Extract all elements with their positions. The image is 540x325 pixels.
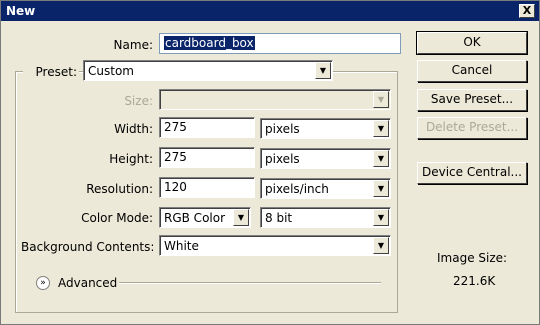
expand-advanced-icon[interactable]: » <box>36 276 50 290</box>
background-contents-select[interactable]: White ▼ <box>159 235 391 256</box>
width-label: Width: <box>114 122 153 136</box>
chevron-down-icon: ▼ <box>373 180 389 197</box>
delete-preset-button[interactable]: Delete Preset... <box>417 117 527 139</box>
resolution-input-value: 120 <box>164 180 187 194</box>
preset-select[interactable]: Custom ▼ <box>83 60 333 81</box>
ok-button[interactable]: OK <box>416 31 528 55</box>
chevron-down-icon: ▼ <box>315 62 331 79</box>
background-contents-value: White <box>164 239 199 253</box>
name-label: Name: <box>113 38 153 52</box>
width-unit-select[interactable]: pixels ▼ <box>260 118 391 139</box>
chevron-down-icon: ▼ <box>233 209 249 226</box>
advanced-label[interactable]: Advanced <box>58 276 117 290</box>
resolution-unit-select[interactable]: pixels/inch ▼ <box>260 178 391 199</box>
dialog-title: New <box>6 4 36 18</box>
height-label: Height: <box>109 152 153 166</box>
size-select[interactable]: ▼ <box>159 89 391 110</box>
bit-depth-value: 8 bit <box>265 211 293 225</box>
title-bar: New X <box>1 1 539 21</box>
color-mode-select[interactable]: RGB Color ▼ <box>159 207 251 228</box>
save-preset-button[interactable]: Save Preset... <box>417 89 527 111</box>
name-input-value: cardboard_box <box>164 36 255 50</box>
color-mode-value: RGB Color <box>164 211 226 225</box>
height-unit-select[interactable]: pixels ▼ <box>260 148 391 169</box>
cancel-button[interactable]: Cancel <box>417 60 527 82</box>
width-input-value: 275 <box>164 120 187 134</box>
height-input-value: 275 <box>164 150 187 164</box>
color-mode-label: Color Mode: <box>81 211 153 225</box>
name-input[interactable]: cardboard_box <box>159 33 401 54</box>
width-input[interactable]: 275 <box>159 117 255 138</box>
new-document-dialog: New X Name: cardboard_box Preset: Custom… <box>0 0 540 325</box>
preset-label: Preset: <box>23 65 79 79</box>
chevron-down-icon: ▼ <box>373 209 389 226</box>
image-size-label: Image Size: <box>437 251 508 265</box>
height-input[interactable]: 275 <box>159 147 255 168</box>
close-button[interactable]: X <box>519 4 535 18</box>
resolution-input[interactable]: 120 <box>159 177 255 198</box>
image-size-value: 221.6K <box>453 274 496 288</box>
chevron-down-icon: ▼ <box>373 91 389 108</box>
resolution-label: Resolution: <box>86 182 153 196</box>
size-label: Size: <box>124 94 153 108</box>
bit-depth-select[interactable]: 8 bit ▼ <box>260 207 391 228</box>
background-contents-label: Background Contents: <box>21 240 155 254</box>
chevron-down-icon: ▼ <box>373 150 389 167</box>
resolution-unit-value: pixels/inch <box>265 182 329 196</box>
close-icon: X <box>522 4 532 17</box>
height-unit-value: pixels <box>265 152 300 166</box>
chevron-down-icon: ▼ <box>373 237 389 254</box>
preset-select-value: Custom <box>88 64 134 78</box>
device-central-button[interactable]: Device Central... <box>417 162 527 184</box>
width-unit-value: pixels <box>265 122 300 136</box>
chevron-down-icon: ▼ <box>373 120 389 137</box>
advanced-divider <box>119 282 381 284</box>
